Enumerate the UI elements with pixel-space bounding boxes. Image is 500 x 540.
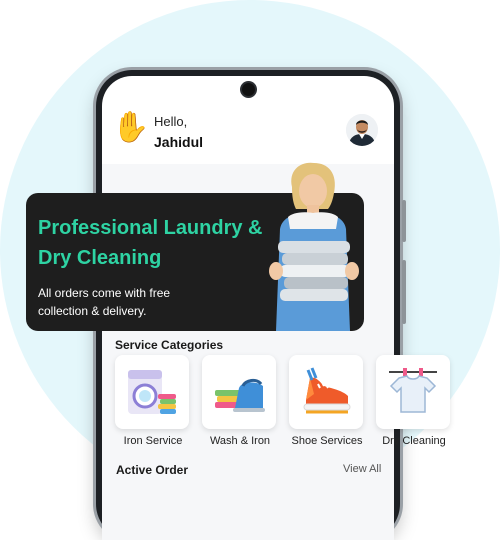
service-card-iron[interactable] xyxy=(115,355,189,429)
app-header: ✋ Hello, Jahidul xyxy=(102,104,394,162)
sneaker-icon xyxy=(303,367,351,414)
tshirt-hanger-icon xyxy=(389,368,437,413)
service-label-shoe: Shoe Services xyxy=(291,435,363,447)
service-card-dry-cleaning[interactable] xyxy=(376,355,450,429)
phone-power-button xyxy=(402,260,406,324)
view-all-link[interactable]: View All xyxy=(343,463,381,475)
greeting-text: Hello, xyxy=(154,114,188,129)
active-order-title: Active Order xyxy=(116,463,189,477)
front-camera xyxy=(242,83,255,96)
avatar[interactable] xyxy=(346,114,378,146)
promo-banner[interactable]: Professional Laundry & Dry Cleaning All … xyxy=(26,162,364,331)
service-categories-title: Service Categories xyxy=(115,338,224,352)
service-categories-list: Iron Service Wash & Iron Shoe Services D… xyxy=(114,355,454,451)
service-label-dry-cleaning: Dry Cleaning xyxy=(382,435,446,447)
laundry-woman-image xyxy=(269,162,359,331)
user-name: Jahidul xyxy=(154,134,204,150)
waving-hand-icon: ✋ xyxy=(112,111,150,144)
banner-title: Professional Laundry & Dry Cleaning xyxy=(38,217,263,269)
service-card-shoe[interactable] xyxy=(289,355,363,429)
phone-volume-button xyxy=(402,200,406,242)
iron-icon xyxy=(215,378,265,412)
banner-subtitle: All orders come with free collection & d… xyxy=(38,286,171,318)
service-card-wash-iron[interactable] xyxy=(202,355,276,429)
service-label-wash-iron: Wash & Iron xyxy=(209,435,271,447)
washing-machine-icon xyxy=(128,370,176,414)
service-label-iron: Iron Service xyxy=(123,435,183,447)
